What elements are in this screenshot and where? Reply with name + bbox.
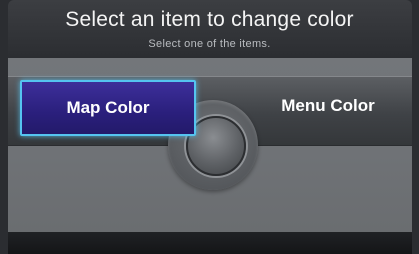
screen-title: Select an item to change color <box>65 8 354 31</box>
nav-screen: Select an item to change color Select on… <box>0 0 419 254</box>
footer-bar <box>8 232 412 254</box>
menu-color-button[interactable]: Menu Color <box>244 80 412 132</box>
map-color-button[interactable]: Map Color <box>20 80 196 136</box>
options-panel: Map Color Menu Color <box>8 58 412 232</box>
screen-subtitle: Select one of the items. <box>148 38 271 50</box>
